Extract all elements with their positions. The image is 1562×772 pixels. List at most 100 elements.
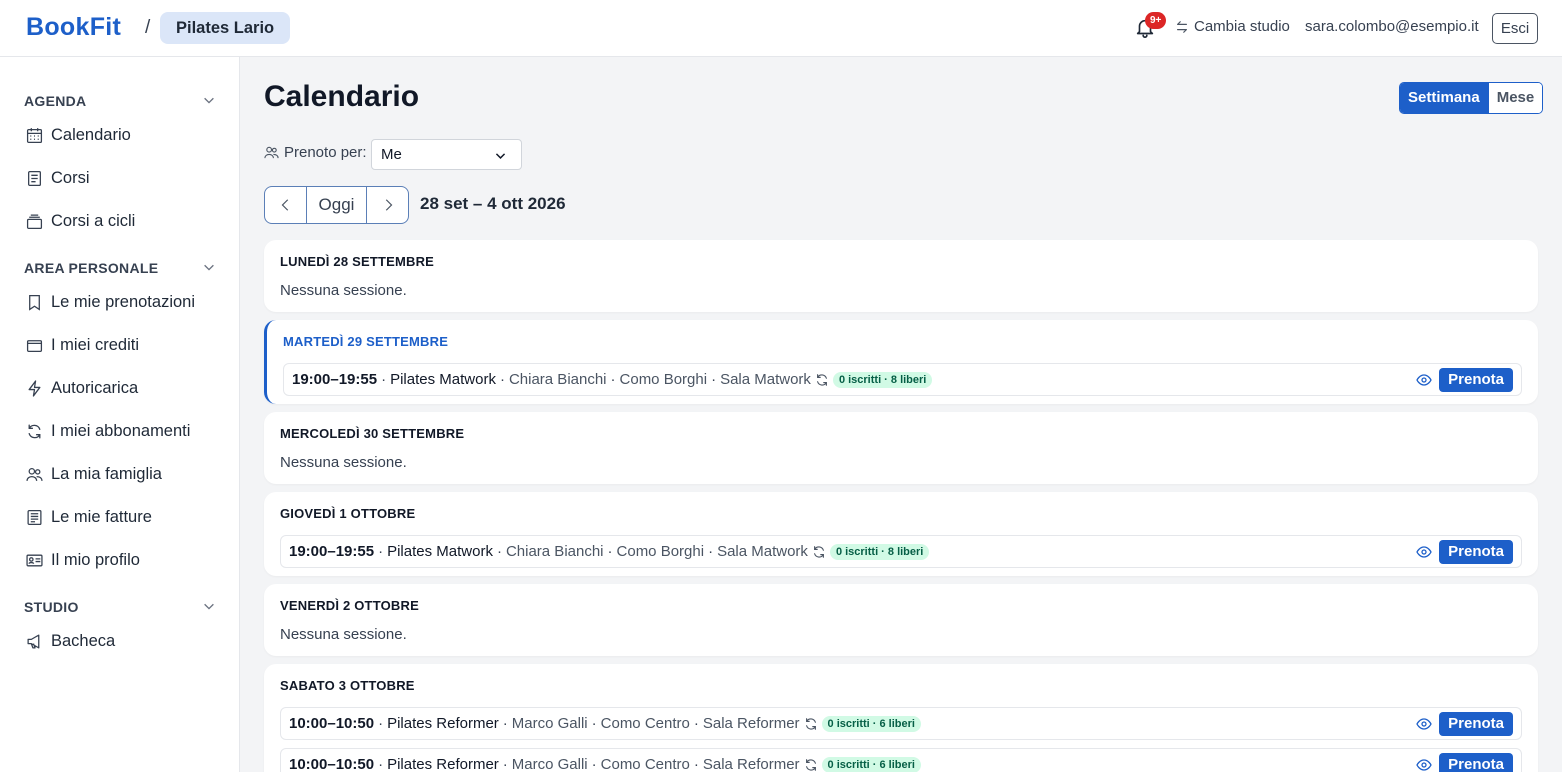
sidebar-section-title: AGENDA bbox=[24, 93, 87, 109]
invoice-icon bbox=[27, 509, 42, 525]
session-time: 10:00–10:50 bbox=[289, 715, 375, 732]
sidebar-item-calendario[interactable]: Calendario bbox=[26, 122, 131, 148]
switch-studio-link[interactable]: Cambia studio bbox=[1175, 18, 1290, 35]
session-location: Como Centro bbox=[600, 756, 690, 772]
today-button[interactable]: Oggi bbox=[306, 187, 367, 223]
day-title: GIOVEDÌ 1 OTTOBRE bbox=[280, 506, 416, 521]
recurring-icon bbox=[805, 758, 816, 771]
sidebar-item-corsi-a-cicli[interactable]: Corsi a cicli bbox=[26, 208, 135, 234]
sidebar-item-crediti[interactable]: I miei crediti bbox=[26, 332, 139, 358]
sidebar-section-title: AREA PERSONALE bbox=[24, 260, 159, 276]
view-month-button[interactable]: Mese bbox=[1487, 83, 1543, 113]
sidebar-item-prenotazioni[interactable]: Le mie prenotazioni bbox=[26, 289, 195, 315]
page-title: Calendario bbox=[264, 80, 420, 113]
book-button[interactable]: Prenota bbox=[1439, 540, 1513, 564]
day-card-today: MARTEDÌ 29 SETTEMBRE 19:00–19:55 · Pilat… bbox=[264, 320, 1538, 404]
book-for-value: Me bbox=[381, 146, 402, 163]
availability-badge: 0 iscritti · 6 liberi bbox=[821, 756, 921, 772]
book-for-text: Prenoto per: bbox=[284, 144, 367, 161]
session-room: Sala Matwork bbox=[720, 371, 811, 388]
sidebar-item-famiglia[interactable]: La mia famiglia bbox=[26, 461, 162, 487]
chevron-left-icon bbox=[281, 199, 288, 211]
sidebar: AGENDA Calendario Corsi Corsi a cicli AR… bbox=[0, 57, 240, 772]
availability-badge: 0 iscritti · 6 liberi bbox=[821, 715, 921, 732]
sidebar-section-area-personale[interactable]: AREA PERSONALE bbox=[24, 260, 216, 276]
sidebar-item-corsi[interactable]: Corsi bbox=[26, 165, 90, 191]
book-button[interactable]: Prenota bbox=[1439, 712, 1513, 736]
session-row[interactable]: 10:00–10:50 · Pilates Reformer · Marco G… bbox=[280, 707, 1522, 740]
sidebar-item-label: Calendario bbox=[51, 125, 131, 144]
bookmark-icon bbox=[29, 294, 40, 311]
sidebar-item-label: La mia famiglia bbox=[51, 464, 162, 483]
sidebar-item-abbonamenti[interactable]: I miei abbonamenti bbox=[26, 418, 190, 444]
session-course: Pilates Matwork bbox=[390, 371, 496, 388]
session-row[interactable]: 10:00–10:50 · Pilates Reformer · Marco G… bbox=[280, 748, 1522, 772]
empty-day-text: Nessuna sessione. bbox=[280, 282, 407, 299]
sidebar-item-bacheca[interactable]: Bacheca bbox=[26, 628, 115, 654]
day-title: MARTEDÌ 29 SETTEMBRE bbox=[283, 334, 449, 349]
main-content: Calendario Settimana Mese Prenoto per: M… bbox=[240, 57, 1562, 772]
stack-icon bbox=[26, 213, 43, 229]
sidebar-item-label: Il mio profilo bbox=[51, 550, 140, 569]
top-bar: BookFit / Pilates Lario 9+ Cambia studio… bbox=[0, 0, 1562, 57]
day-title: LUNEDÌ 28 SETTEMBRE bbox=[280, 254, 435, 269]
sidebar-item-label: I miei abbonamenti bbox=[51, 421, 191, 440]
people-icon bbox=[264, 146, 279, 159]
sidebar-item-label: Autoricarica bbox=[51, 378, 139, 397]
session-course: Pilates Reformer bbox=[387, 715, 499, 732]
sidebar-item-label: I miei crediti bbox=[51, 335, 140, 354]
logout-button[interactable]: Esci bbox=[1492, 13, 1538, 44]
book-button[interactable]: Prenota bbox=[1439, 368, 1513, 392]
session-location: Como Centro bbox=[600, 715, 690, 732]
recurring-icon bbox=[813, 545, 824, 558]
sidebar-item-fatture[interactable]: Le mie fatture bbox=[26, 504, 152, 530]
sidebar-section-agenda[interactable]: AGENDA bbox=[24, 93, 216, 109]
swap-icon bbox=[1177, 20, 1187, 33]
megaphone-icon bbox=[27, 633, 40, 649]
day-title: VENERDÌ 2 OTTOBRE bbox=[280, 598, 419, 613]
chevron-down-icon bbox=[495, 153, 506, 159]
sidebar-section-studio[interactable]: STUDIO bbox=[24, 599, 216, 615]
session-course: Pilates Reformer bbox=[387, 756, 499, 772]
sidebar-item-label: Bacheca bbox=[51, 631, 116, 650]
switch-studio-label: Cambia studio bbox=[1194, 18, 1290, 35]
session-row[interactable]: 19:00–19:55 · Pilates Matwork · Chiara B… bbox=[283, 363, 1522, 396]
chevron-down-icon bbox=[204, 603, 214, 610]
day-card: VENERDÌ 2 OTTOBRE Nessuna sessione. bbox=[264, 584, 1538, 656]
empty-day-text: Nessuna sessione. bbox=[280, 454, 407, 471]
eye-icon[interactable] bbox=[1416, 374, 1432, 386]
session-row[interactable]: 19:00–19:55 · Pilates Matwork · Chiara B… bbox=[280, 535, 1522, 568]
app-logo[interactable]: BookFit bbox=[26, 13, 121, 42]
sidebar-item-autoricarica[interactable]: Autoricarica bbox=[26, 375, 138, 401]
book-for-select[interactable]: Me bbox=[371, 139, 522, 170]
session-time: 19:00–19:55 bbox=[289, 543, 375, 560]
previous-week-button[interactable] bbox=[265, 187, 306, 223]
session-teacher: Chiara Bianchi bbox=[505, 543, 604, 560]
book-for-label: Prenoto per: bbox=[264, 144, 367, 161]
user-email: sara.colombo@esempio.it bbox=[1305, 18, 1479, 35]
eye-icon[interactable] bbox=[1416, 759, 1432, 771]
breadcrumb-separator: / bbox=[145, 17, 151, 38]
chevron-right-icon bbox=[385, 199, 392, 211]
id-card-icon bbox=[26, 554, 43, 566]
day-title: SABATO 3 OTTOBRE bbox=[280, 678, 415, 693]
session-location: Como Borghi bbox=[619, 371, 708, 388]
availability-badge: 0 iscritti · 8 liberi bbox=[832, 371, 933, 388]
refresh-icon bbox=[28, 423, 41, 439]
eye-icon[interactable] bbox=[1416, 718, 1432, 730]
current-studio[interactable]: Pilates Lario bbox=[160, 12, 291, 44]
view-week-button[interactable]: Settimana bbox=[1400, 83, 1488, 113]
book-button[interactable]: Prenota bbox=[1439, 753, 1513, 772]
eye-icon[interactable] bbox=[1416, 546, 1432, 558]
week-navigation: Oggi bbox=[264, 186, 409, 224]
day-card: LUNEDÌ 28 SETTEMBRE Nessuna sessione. bbox=[264, 240, 1538, 312]
bolt-icon bbox=[28, 379, 41, 397]
recurring-icon bbox=[805, 717, 816, 730]
recurring-icon bbox=[816, 373, 827, 386]
sidebar-item-profilo[interactable]: Il mio profilo bbox=[26, 547, 140, 573]
view-toggle: Settimana Mese bbox=[1399, 82, 1544, 114]
next-week-button[interactable] bbox=[367, 187, 408, 223]
session-course: Pilates Matwork bbox=[387, 543, 493, 560]
calendar-icon bbox=[26, 127, 43, 143]
session-teacher: Chiara Bianchi bbox=[508, 371, 607, 388]
